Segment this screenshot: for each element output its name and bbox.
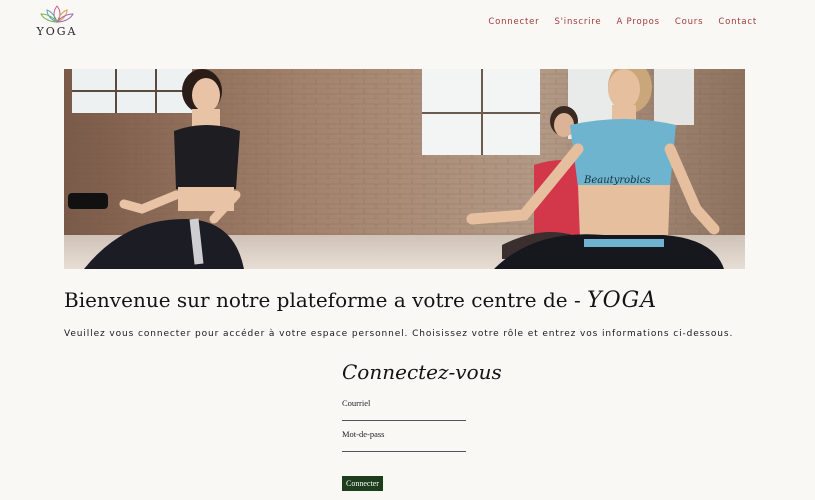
hero-image: Beautyrobics [64,69,745,269]
lotus-icon [40,5,74,23]
nav-contact[interactable]: Contact [718,17,757,27]
nav-a-propos[interactable]: A Propos [616,17,659,27]
login-button[interactable]: Connecter [342,476,383,491]
intro-text: Veuillez vous connecter pour accéder à v… [64,329,734,339]
page: YOGA Connecter S'inscrire A Propos Cours… [0,0,815,500]
yoga-class-photo: Beautyrobics [64,69,745,269]
login-form: Connectez-vous Courriel Mot-de-pass Conn… [342,360,502,491]
logo[interactable]: YOGA [36,4,78,40]
shirt-text: Beautyrobics [583,175,650,186]
logo-text: YOGA [36,25,78,38]
nav-connecter[interactable]: Connecter [488,17,539,27]
email-field[interactable] [342,408,466,421]
nav-cours[interactable]: Cours [675,17,703,27]
welcome-heading: Bienvenue sur notre plateforme a votre c… [64,288,657,313]
welcome-text: Bienvenue sur notre plateforme a votre c… [64,288,588,312]
welcome-brand: YOGA [587,288,658,313]
nav-inscrire[interactable]: S'inscrire [554,17,601,27]
password-field[interactable] [342,439,466,452]
email-field-group: Courriel [342,398,482,421]
email-label: Courriel [342,398,371,408]
login-title: Connectez-vous [342,360,502,384]
password-label: Mot-de-pass [342,429,385,439]
password-field-group: Mot-de-pass [342,429,482,452]
main-nav: Connecter S'inscrire A Propos Cours Cont… [488,17,757,27]
